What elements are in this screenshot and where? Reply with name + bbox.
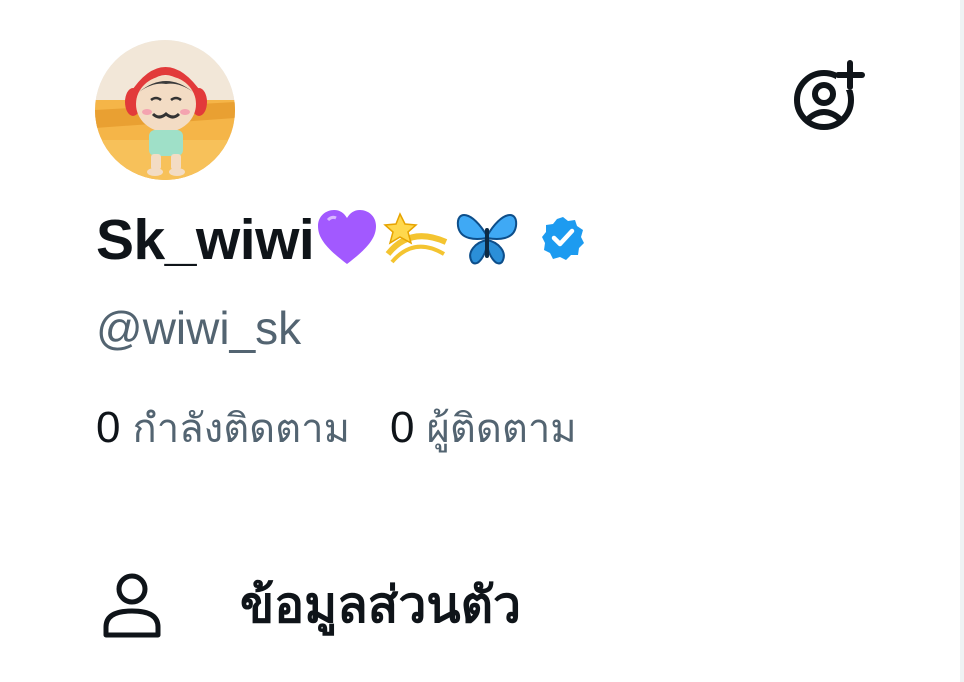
menu-item-label: ข้อมูลส่วนตัว (240, 575, 522, 634)
display-name: Sk_wiwi (96, 207, 315, 272)
person-icon (103, 573, 161, 638)
followers-label: ผู้ติดตาม (426, 406, 577, 452)
menu-item-profile[interactable]: ข้อมูลส่วนตัว (100, 560, 800, 650)
display-name-row: Sk_wiwi (96, 200, 586, 280)
username-handle: @wiwi_sk (96, 302, 302, 354)
drawer-edge (960, 0, 964, 682)
following-link[interactable]: 0 กำลังติดตาม (96, 400, 350, 457)
butterfly-icon (452, 206, 522, 275)
follow-stats: 0 กำลังติดตาม 0 ผู้ติดตาม (96, 400, 617, 457)
person-add-icon (794, 60, 868, 130)
account-drawer: Sk_wiwi @wiwi_sk 0 กำลังติดตาม 0 ผู้ติดต… (0, 0, 964, 682)
following-count: 0 (96, 403, 121, 452)
verified-badge-icon (540, 215, 586, 266)
followers-count: 0 (389, 403, 415, 452)
following-label: กำลังติดตาม (132, 406, 350, 452)
followers-link[interactable]: 0 ผู้ติดตาม (390, 400, 577, 457)
add-account-button[interactable] (790, 60, 868, 132)
purple-heart-icon (316, 208, 378, 273)
avatar[interactable] (95, 40, 235, 180)
dizzy-star-icon (380, 206, 450, 275)
